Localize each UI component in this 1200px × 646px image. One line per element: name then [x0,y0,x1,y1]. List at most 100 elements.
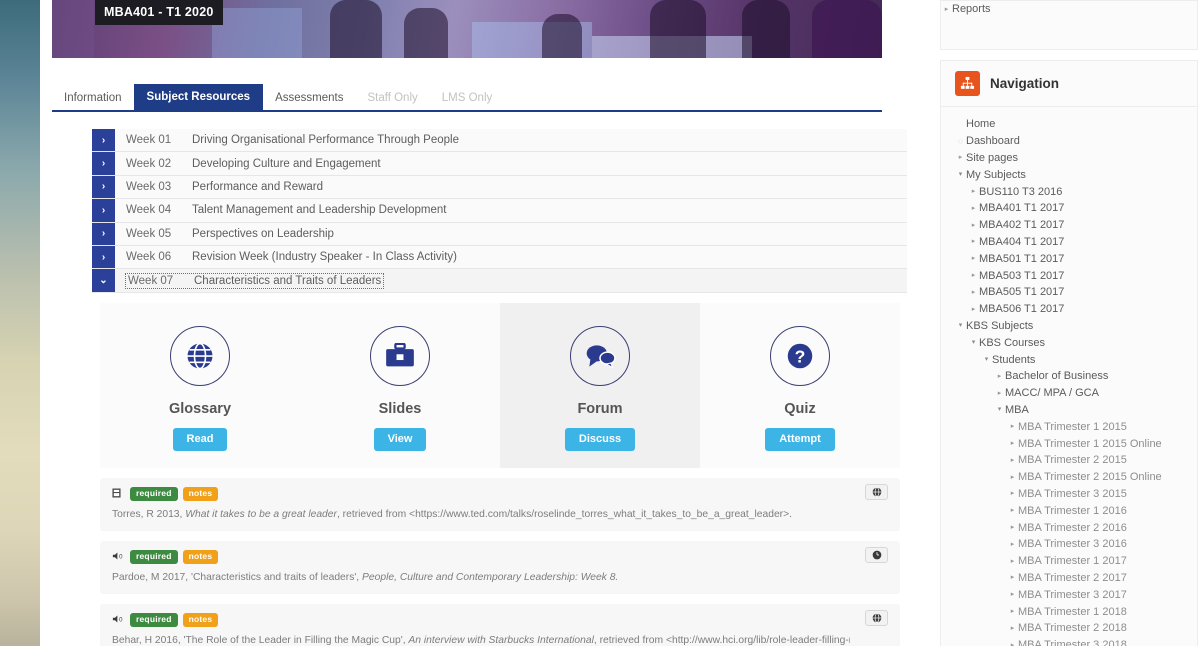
activity-card-button-discuss[interactable]: Discuss [564,428,636,451]
triangle-right-icon[interactable]: ▸ [1007,472,1018,483]
nav-item[interactable]: ▸ MBA Trimester 2 2018 [941,620,1197,637]
week-row-body[interactable]: Week 04 Talent Management and Leadership … [115,199,907,222]
nav-item-label[interactable]: MBA401 T1 2017 [979,202,1064,214]
nav-item-label[interactable]: KBS Subjects [966,320,1033,332]
nav-item-label[interactable]: MBA Trimester 1 2018 [1018,606,1127,618]
triangle-right-icon[interactable]: ▸ [968,186,979,197]
week-row-body[interactable]: Week 01 Driving Organisational Performanc… [115,129,907,152]
globe-icon[interactable] [170,326,230,386]
nav-item-label[interactable]: MBA Trimester 1 2015 Online [1018,438,1162,450]
globe-link-icon[interactable] [865,610,888,626]
week-row-body[interactable]: Week 07 Characteristics and Traits of Lea… [115,269,907,292]
nav-item-label[interactable]: Site pages [966,152,1018,164]
triangle-right-icon[interactable]: ▸ [1007,623,1018,634]
triangle-right-icon[interactable]: ▸ [994,371,1005,382]
nav-item-label[interactable]: Home [966,118,995,130]
nav-item[interactable]: ◌ Dashboard [941,133,1197,150]
activity-card-button-attempt[interactable]: Attempt [765,428,835,451]
triangle-right-icon[interactable]: ▸ [1007,455,1018,466]
nav-item[interactable]: ▸ MBA Trimester 1 2017 [941,553,1197,570]
nav-item-label[interactable]: MBA506 T1 2017 [979,303,1064,315]
chat-icon[interactable] [570,326,630,386]
chevron-right-icon[interactable]: › [92,222,115,245]
activity-card-quiz[interactable]: ? Quiz Attempt [700,303,900,468]
week-row[interactable]: › Week 04 Talent Management and Leadership… [92,199,907,223]
nav-item[interactable]: ▾ Students [941,351,1197,368]
resource-row[interactable]: required notes Torres, R 2013, What it tak… [100,478,900,530]
triangle-right-icon[interactable]: ▸ [968,253,979,264]
nav-item-label[interactable]: MBA [1005,404,1029,416]
triangle-right-icon[interactable]: ▸ [1007,505,1018,516]
chevron-right-icon[interactable]: › [92,152,115,175]
nav-item-label[interactable]: BUS110 T3 2016 [979,186,1062,198]
nav-item-label[interactable]: MBA Trimester 1 2016 [1018,505,1127,517]
triangle-right-icon[interactable]: ▸ [968,236,979,247]
triangle-right-icon[interactable]: ▸ [968,270,979,281]
week-row[interactable]: ⌄ Week 07 Characteristics and Traits of Le… [92,269,907,293]
chevron-right-icon[interactable]: › [92,199,115,222]
nav-item[interactable]: ▸ MBA503 T1 2017 [941,267,1197,284]
week-row[interactable]: › Week 01 Driving Organisational Performan… [92,129,907,153]
week-row[interactable]: › Week 06 Revision Week (Industry Speaker … [92,245,907,270]
nav-item-label[interactable]: MBA Trimester 2 2017 [1018,572,1127,584]
nav-item[interactable]: ▸ MBA404 T1 2017 [941,234,1197,251]
nav-item[interactable]: ▸ MBA501 T1 2017 [941,250,1197,267]
week-row[interactable]: › Week 05 Perspectives on Leadership [92,222,907,246]
nav-item[interactable]: ▸ MBA Trimester 3 2017 [941,586,1197,603]
activity-card-forum[interactable]: Forum Discuss [500,303,700,468]
nav-item[interactable]: ▸ MACC/ MPA / GCA [941,385,1197,402]
loading-spinner-icon[interactable]: ◌ [955,137,966,146]
nav-item-label[interactable]: MBA402 T1 2017 [979,219,1064,231]
nav-item-label[interactable]: Bachelor of Business [1005,370,1108,382]
nav-item-label[interactable]: MBA Trimester 3 2016 [1018,538,1127,550]
nav-item[interactable]: ▸ MBA Trimester 2 2015 Online [941,469,1197,486]
nav-item[interactable]: ▸ MBA Trimester 2 2017 [941,570,1197,587]
nav-item-label[interactable]: MBA Trimester 2 2016 [1018,522,1127,534]
nav-item-label[interactable]: MBA Trimester 2 2015 [1018,454,1127,466]
nav-item-label[interactable]: MBA501 T1 2017 [979,253,1064,265]
nav-item-label[interactable]: MBA Trimester 3 2018 [1018,639,1127,646]
nav-item[interactable]: ▾ MBA [941,402,1197,419]
nav-item[interactable]: ▸ Bachelor of Business [941,368,1197,385]
triangle-right-icon[interactable]: ▸ [1007,572,1018,583]
nav-item-label[interactable]: Dashboard [966,135,1020,147]
triangle-down-icon[interactable]: ▾ [968,337,979,348]
triangle-right-icon[interactable]: ▸ [968,287,979,298]
nav-item-label[interactable]: MBA503 T1 2017 [979,270,1064,282]
week-row-body[interactable]: Week 05 Perspectives on Leadership [115,222,907,245]
triangle-right-icon[interactable]: ▸ [1007,522,1018,533]
nav-item-label[interactable]: MACC/ MPA / GCA [1005,387,1099,399]
nav-item[interactable]: ▸ MBA Trimester 1 2015 [941,418,1197,435]
triangle-right-icon[interactable]: ▸ [968,203,979,214]
triangle-down-icon[interactable]: ▾ [955,320,966,331]
triangle-right-icon[interactable]: ▸ [1007,606,1018,617]
nav-item-label[interactable]: KBS Courses [979,337,1045,349]
briefcase-icon[interactable] [370,326,430,386]
nav-item[interactable]: ▾ KBS Courses [941,334,1197,351]
nav-item[interactable]: ▸ MBA Trimester 2 2015 [941,452,1197,469]
triangle-right-icon[interactable]: ▸ [1007,539,1018,550]
tab-assessments[interactable]: Assessments [263,86,355,110]
chevron-right-icon[interactable]: › [92,175,115,199]
resource-row[interactable]: 0 required notes Behar, H 2016, 'The Role o… [100,604,900,646]
resource-row[interactable]: 0 required notes Pardoe, M 2017, 'Character… [100,541,900,593]
week-row[interactable]: › Week 03 Performance and Reward [92,175,907,200]
triangle-right-icon[interactable]: ▸ [1007,421,1018,432]
chevron-right-icon[interactable]: › [92,129,115,152]
nav-item-label[interactable]: My Subjects [966,169,1026,181]
triangle-right-icon[interactable]: ▸ [1007,556,1018,567]
question-icon[interactable]: ? [770,326,830,386]
activity-card-glossary[interactable]: Glossary Read [100,303,300,468]
week-row-body[interactable]: Week 03 Performance and Reward [115,175,907,199]
nav-item[interactable]: ▸ MBA401 T1 2017 [941,200,1197,217]
nav-item-label[interactable]: MBA Trimester 1 2015 [1018,421,1127,433]
triangle-right-icon[interactable]: ▸ [941,4,952,15]
triangle-down-icon[interactable]: ▾ [994,404,1005,415]
nav-item[interactable]: ▸ MBA Trimester 1 2018 [941,603,1197,620]
nav-item[interactable]: ▾ My Subjects [941,166,1197,183]
chevron-down-icon[interactable]: ⌄ [92,269,115,292]
triangle-right-icon[interactable]: ▸ [1007,438,1018,449]
triangle-right-icon[interactable]: ▸ [968,304,979,315]
nav-item-label[interactable]: MBA Trimester 2 2018 [1018,622,1127,634]
nav-item[interactable]: ▾ KBS Subjects [941,318,1197,335]
